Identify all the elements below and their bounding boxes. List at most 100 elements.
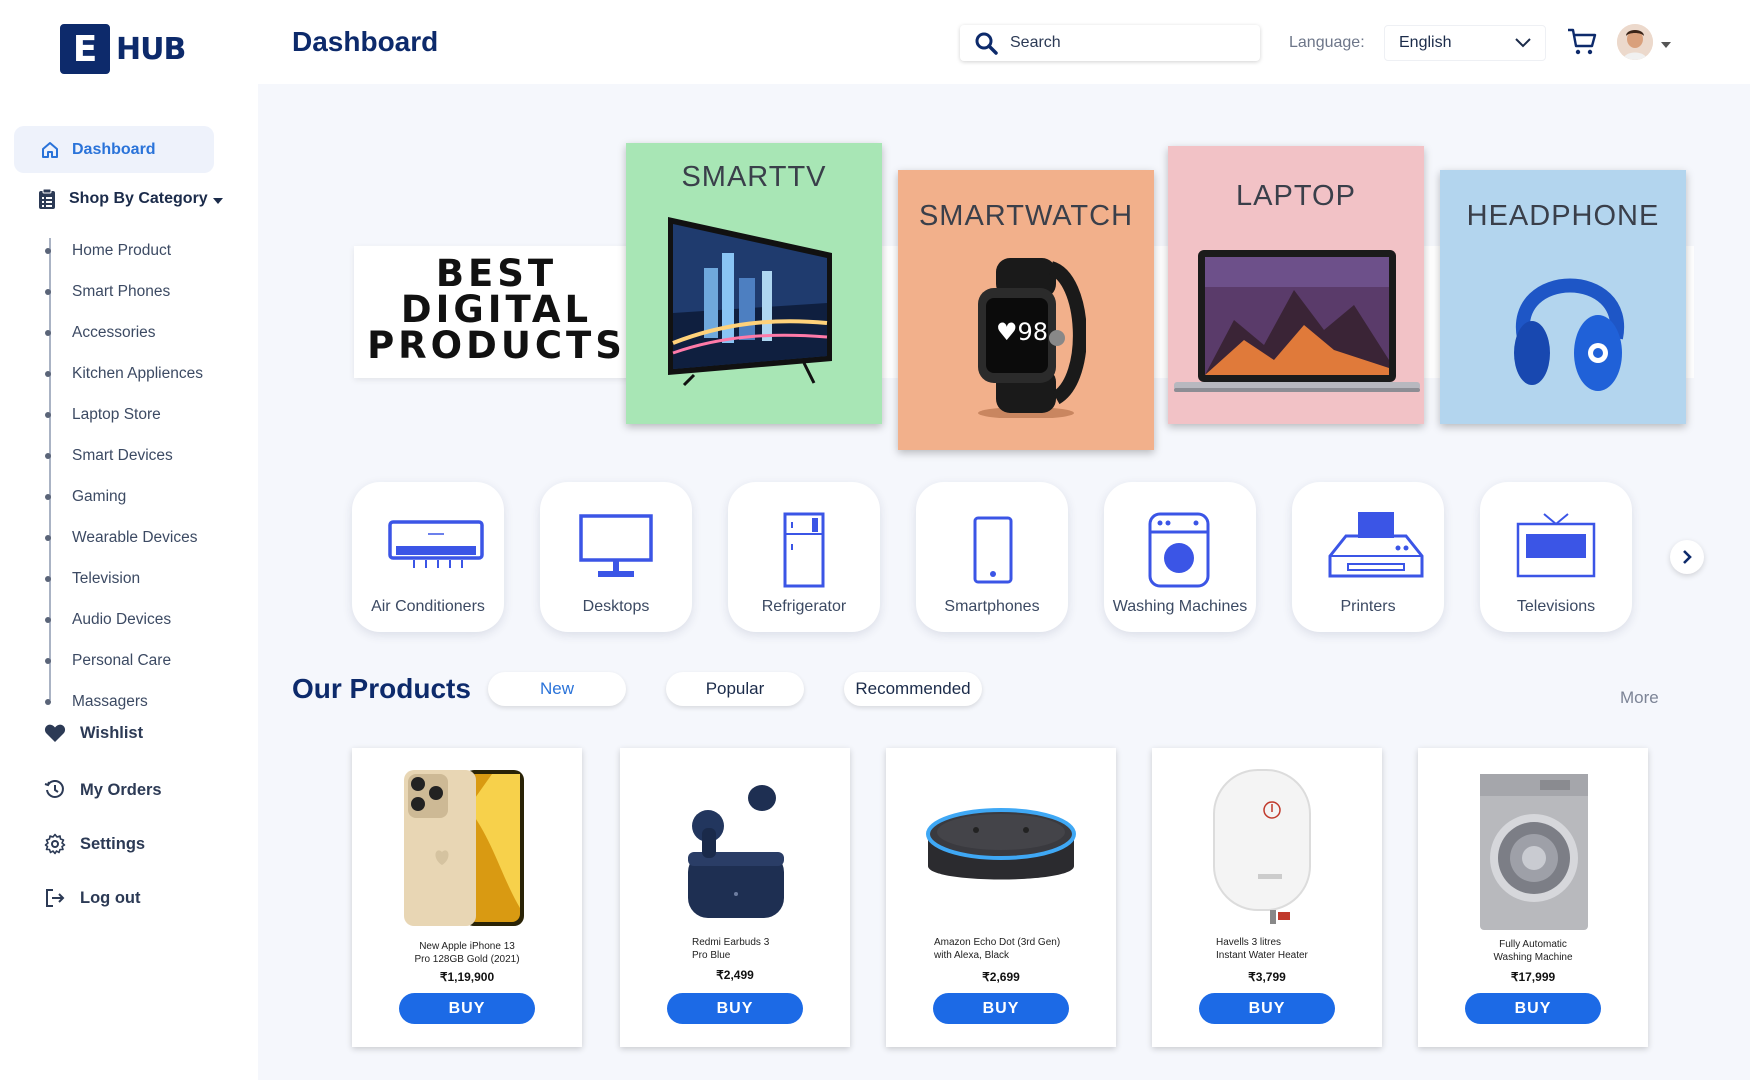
product-name: Redmi Earbuds 3 Pro Blue (620, 936, 850, 962)
categories-next-button[interactable] (1670, 540, 1704, 574)
buy-button[interactable]: BUY (667, 993, 803, 1024)
banner-headline-line: DIGITAL (400, 288, 593, 331)
tab-popular[interactable]: Popular (666, 672, 804, 706)
category-tile-label: Washing Machines (1112, 598, 1248, 615)
category-tile-desktops[interactable]: Desktops (540, 482, 692, 632)
product-card[interactable]: Redmi Earbuds 3 Pro Blue ₹2,499 BUY (620, 748, 850, 1047)
sidebar-item-wishlist[interactable]: Wishlist (44, 723, 143, 743)
banner-headline-line: PRODUCTS (367, 324, 626, 367)
category-tile-washing-machines[interactable]: Washing Machines (1104, 482, 1256, 632)
sidebar-item-label: Shop By Category (69, 190, 208, 207)
bullet-dot (45, 288, 51, 295)
headphone-image (1514, 278, 1625, 391)
category-label: Smart Phones (72, 282, 171, 300)
caret-down-icon (212, 197, 223, 204)
bullet-dot (45, 698, 51, 705)
category-item[interactable]: Laptop Store (45, 394, 203, 435)
category-item[interactable]: Personal Care (45, 640, 203, 681)
category-label: Personal Care (72, 651, 172, 669)
avatar[interactable] (1617, 24, 1653, 60)
sidebar-item-my-orders[interactable]: My Orders (44, 779, 162, 801)
sidebar-item-settings[interactable]: Settings (44, 833, 145, 855)
category-tile-label: Air Conditioners (371, 598, 485, 615)
sidebar-item-logout[interactable]: Log out (44, 887, 140, 909)
search-input[interactable]: Search (960, 25, 1260, 61)
category-item[interactable]: Smart Devices (45, 435, 203, 476)
tab-new[interactable]: New (488, 672, 626, 706)
washing-machine-icon (1148, 512, 1210, 588)
sidebar: E HUB Dashboard Shop By Category Home Pr… (0, 0, 258, 1080)
user-photo-icon (1617, 24, 1653, 60)
product-card[interactable]: Havells 3 litres Instant Water Heater ₹3,… (1152, 748, 1382, 1047)
product-name-line: Pro 128GB Gold (2021) (414, 954, 520, 965)
category-tile-label: Smartphones (944, 598, 1040, 615)
category-item[interactable]: Television (45, 558, 203, 599)
bullet-dot (45, 370, 51, 377)
product-name: Amazon Echo Dot (3rd Gen) with Alexa, Bla… (886, 936, 1116, 962)
category-tile-label: Printers (1340, 598, 1396, 615)
category-item[interactable]: Wearable Devices (45, 517, 203, 558)
air-conditioner-icon (388, 520, 484, 568)
chevron-right-icon (1683, 550, 1692, 564)
category-label: Television (72, 569, 141, 587)
banner-card-smartwatch[interactable]: SMARTWATCH ♥98 (898, 170, 1154, 450)
category-tile-refrigerator[interactable]: Refrigerator (728, 482, 880, 632)
category-item[interactable]: Audio Devices (45, 599, 203, 640)
logo-text: HUB (116, 31, 186, 67)
language-label: Language: (1289, 34, 1365, 51)
category-item[interactable]: Massagers (45, 681, 203, 722)
category-tile-smartphones[interactable]: Smartphones (916, 482, 1068, 632)
product-price: ₹17,999 (1510, 970, 1556, 984)
product-price: ₹3,799 (1248, 970, 1286, 984)
washing-machine-image (1480, 774, 1588, 930)
banner-headline: BEST DIGITAL PRODUCTS (354, 255, 639, 367)
language-select[interactable]: English (1384, 25, 1546, 61)
chevron-down-icon (1515, 38, 1531, 48)
banner-card-smarttv[interactable]: SMARTTV (626, 143, 882, 424)
category-label: Wearable Devices (72, 528, 198, 546)
sidebar-item-dashboard[interactable]: Dashboard (14, 126, 214, 173)
buy-button[interactable]: BUY (933, 993, 1069, 1024)
svg-text:♥98: ♥98 (996, 318, 1048, 346)
category-item[interactable]: Smart Phones (45, 271, 203, 312)
gear-icon (44, 833, 66, 855)
more-link[interactable]: More (1620, 688, 1659, 708)
buy-button[interactable]: BUY (1465, 993, 1601, 1024)
banner-card-title: SMARTWATCH (918, 200, 1134, 232)
tv-image (668, 217, 832, 387)
category-tile-printers[interactable]: Printers (1292, 482, 1444, 632)
buy-button[interactable]: BUY (399, 993, 535, 1024)
product-card[interactable]: Fully Automatic Washing Machine ₹17,999 B… (1418, 748, 1648, 1047)
category-tile-air-conditioners[interactable]: Air Conditioners (352, 482, 504, 632)
category-label: Home Product (72, 241, 172, 259)
product-name-line: Instant Water Heater (1216, 950, 1308, 961)
category-tile-televisions[interactable]: Televisions (1480, 482, 1632, 632)
bullet-dot (45, 329, 51, 336)
category-item[interactable]: Gaming (45, 476, 203, 517)
product-name: Havells 3 litres Instant Water Heater (1152, 936, 1382, 962)
language-value: English (1399, 34, 1452, 51)
product-price: ₹2,699 (982, 970, 1020, 984)
banner-card-laptop[interactable]: LAPTOP (1168, 146, 1424, 424)
category-item[interactable]: Kitchen Appliences (45, 353, 203, 394)
category-item[interactable]: Home Product (45, 230, 203, 271)
logo[interactable]: E HUB (60, 24, 186, 74)
cart-icon[interactable] (1567, 28, 1597, 56)
tab-recommended[interactable]: Recommended (844, 672, 982, 706)
banner-card-headphone[interactable]: HEADPHONE (1440, 170, 1686, 424)
refrigerator-icon (783, 512, 825, 588)
buy-button[interactable]: BUY (1199, 993, 1335, 1024)
echo-dot-image (926, 808, 1076, 880)
banner-card-title: LAPTOP (1236, 180, 1356, 212)
category-item[interactable]: Accessories (45, 312, 203, 353)
product-card[interactable]: Amazon Echo Dot (3rd Gen) with Alexa, Bla… (886, 748, 1116, 1047)
sidebar-item-label: My Orders (80, 780, 162, 799)
sidebar-item-label: Wishlist (80, 723, 144, 742)
sidebar-item-shop-by-category[interactable]: Shop By Category (38, 188, 223, 210)
bullet-dot (45, 411, 51, 418)
product-card[interactable]: New Apple iPhone 13 Pro 128GB Gold (2021)… (352, 748, 582, 1047)
bullet-dot (45, 657, 51, 664)
television-icon (1516, 513, 1596, 578)
water-heater-image (1213, 769, 1311, 924)
caret-down-icon[interactable] (1661, 42, 1671, 48)
